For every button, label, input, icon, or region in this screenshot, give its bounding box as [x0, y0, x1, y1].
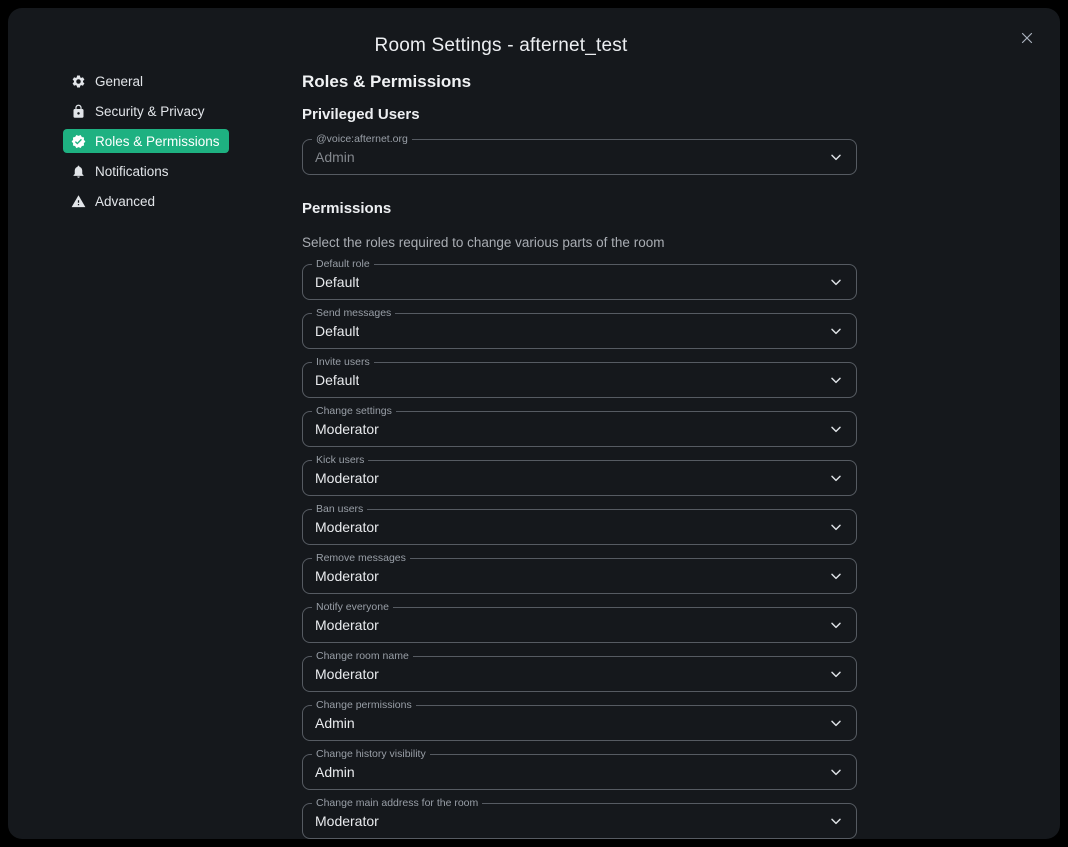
sidebar-item-label: General — [95, 74, 143, 89]
select-label: Change permissions — [312, 699, 416, 712]
chevron-down-icon — [828, 764, 844, 780]
permissions-heading: Permissions — [302, 200, 857, 218]
select-label: Kick users — [312, 454, 368, 467]
select-label: Remove messages — [312, 552, 410, 565]
select-field-notify-everyone[interactable]: Notify everyone Moderator — [302, 607, 857, 643]
select-field-change-history-visibility[interactable]: Change history visibility Admin — [302, 754, 857, 790]
select-field-change-permissions[interactable]: Change permissions Admin — [302, 705, 857, 741]
bell-icon — [71, 164, 86, 179]
settings-sidebar: General Security & Privacy Roles & Permi… — [63, 69, 263, 219]
select-label: @voice:afternet.org — [312, 133, 412, 146]
select-label: Notify everyone — [312, 601, 393, 614]
sidebar-item-label: Notifications — [95, 164, 169, 179]
select-value: Admin — [315, 149, 355, 165]
privileged-users-fields: @voice:afternet.org Admin — [302, 139, 857, 175]
chevron-down-icon — [828, 421, 844, 437]
close-icon — [1018, 29, 1036, 47]
select-value: Moderator — [315, 617, 379, 633]
select-field-kick-users[interactable]: Kick users Moderator — [302, 460, 857, 496]
close-button[interactable] — [1018, 29, 1036, 47]
select-label: Invite users — [312, 356, 374, 369]
select-label: Default role — [312, 258, 374, 271]
verified-badge-icon — [71, 134, 86, 149]
select-value: Default — [315, 372, 359, 388]
chevron-down-icon — [828, 519, 844, 535]
select-value: Default — [315, 274, 359, 290]
select-field-change-main-address-for-the-room[interactable]: Change main address for the room Moderat… — [302, 803, 857, 839]
sidebar-item-general[interactable]: General — [63, 69, 152, 93]
select-field-remove-messages[interactable]: Remove messages Moderator — [302, 558, 857, 594]
sidebar-item-roles-permissions[interactable]: Roles & Permissions — [63, 129, 229, 153]
chevron-down-icon — [828, 715, 844, 731]
chevron-down-icon — [828, 568, 844, 584]
select-value: Admin — [315, 715, 355, 731]
gear-icon — [71, 74, 86, 89]
select-field-change-room-name[interactable]: Change room name Moderator — [302, 656, 857, 692]
sidebar-item-label: Advanced — [95, 194, 155, 209]
select-field-invite-users[interactable]: Invite users Default — [302, 362, 857, 398]
select-value: Moderator — [315, 568, 379, 584]
sidebar-item-advanced[interactable]: Advanced — [63, 189, 164, 213]
chevron-down-icon — [828, 274, 844, 290]
chevron-down-icon — [828, 149, 844, 165]
select-value: Admin — [315, 764, 355, 780]
chevron-down-icon — [828, 617, 844, 633]
chevron-down-icon — [828, 470, 844, 486]
select-value: Moderator — [315, 519, 379, 535]
permissions-fields: Default role Default Send messages Defau… — [302, 264, 857, 839]
permissions-description: Select the roles required to change vari… — [302, 234, 857, 251]
select-label: Change room name — [312, 650, 413, 663]
chevron-down-icon — [828, 666, 844, 682]
sidebar-item-label: Roles & Permissions — [95, 134, 220, 149]
select-label: Change settings — [312, 405, 396, 418]
lock-icon — [71, 104, 86, 119]
select-field-send-messages[interactable]: Send messages Default — [302, 313, 857, 349]
privileged-users-heading: Privileged Users — [302, 106, 857, 124]
sidebar-item-notifications[interactable]: Notifications — [63, 159, 178, 183]
select-label: Send messages — [312, 307, 395, 320]
select-field-voice-afternet-org[interactable]: @voice:afternet.org Admin — [302, 139, 857, 175]
room-settings-dialog: Room Settings - afternet_test General Se… — [8, 8, 1060, 839]
chevron-down-icon — [828, 813, 844, 829]
sidebar-item-label: Security & Privacy — [95, 104, 205, 119]
select-value: Moderator — [315, 813, 379, 829]
chevron-down-icon — [828, 372, 844, 388]
select-value: Default — [315, 323, 359, 339]
page-title: Roles & Permissions — [302, 71, 857, 92]
select-field-change-settings[interactable]: Change settings Moderator — [302, 411, 857, 447]
sidebar-item-security-privacy[interactable]: Security & Privacy — [63, 99, 214, 123]
select-label: Ban users — [312, 503, 367, 516]
select-label: Change main address for the room — [312, 797, 482, 810]
select-value: Moderator — [315, 470, 379, 486]
select-value: Moderator — [315, 421, 379, 437]
chevron-down-icon — [828, 323, 844, 339]
select-field-ban-users[interactable]: Ban users Moderator — [302, 509, 857, 545]
warning-icon — [71, 194, 86, 209]
select-label: Change history visibility — [312, 748, 430, 761]
select-field-default-role[interactable]: Default role Default — [302, 264, 857, 300]
select-value: Moderator — [315, 666, 379, 682]
roles-permissions-panel: Roles & Permissions Privileged Users @vo… — [302, 71, 857, 839]
dialog-title: Room Settings - afternet_test — [8, 35, 994, 57]
